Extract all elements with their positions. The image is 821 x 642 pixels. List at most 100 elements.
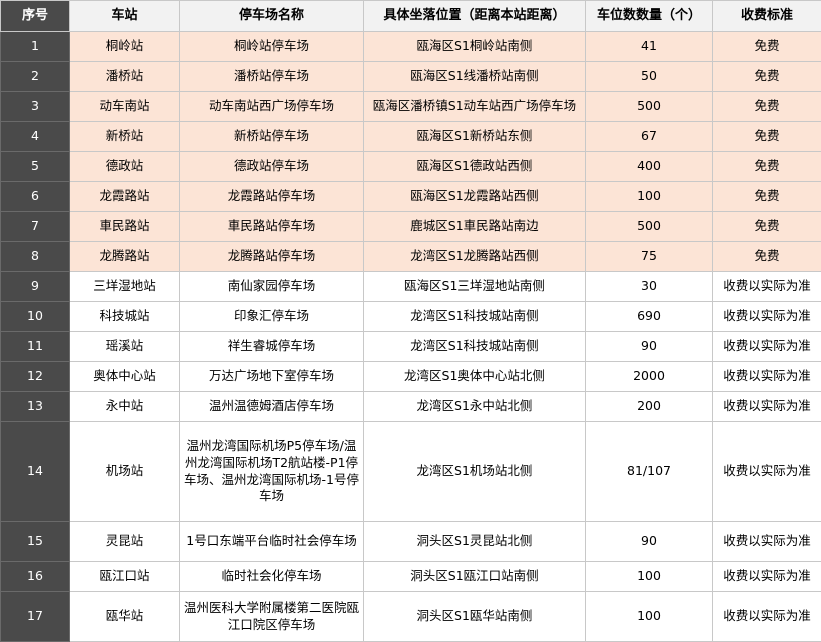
- cell-lot-name[interactable]: 动车南站西广场停车场: [179, 91, 364, 122]
- cell-fee[interactable]: 收费以实际为准: [712, 331, 821, 362]
- cell-location[interactable]: 瓯海区S1德政站西侧: [363, 151, 586, 182]
- cell-lot-name[interactable]: 万达广场地下室停车场: [179, 361, 364, 392]
- cell-lot-name[interactable]: 車民路站停车场: [179, 211, 364, 242]
- cell-fee[interactable]: 收费以实际为准: [712, 591, 821, 642]
- cell-lot-name[interactable]: 温州医科大学附属楼第二医院瓯江口院区停车场: [179, 591, 364, 642]
- cell-location[interactable]: 洞头区S1瓯华站南侧: [363, 591, 586, 642]
- cell-lot-name[interactable]: 印象汇停车场: [179, 301, 364, 332]
- cell-lot-name[interactable]: 新桥站停车场: [179, 121, 364, 152]
- cell-spaces[interactable]: 81/107: [585, 421, 713, 522]
- cell-index[interactable]: 3: [0, 91, 70, 122]
- cell-fee[interactable]: 收费以实际为准: [712, 271, 821, 302]
- cell-spaces[interactable]: 100: [585, 591, 713, 642]
- cell-index[interactable]: 15: [0, 521, 70, 562]
- cell-station[interactable]: 永中站: [69, 391, 180, 422]
- cell-lot-name[interactable]: 温州温德姆酒店停车场: [179, 391, 364, 422]
- cell-station[interactable]: 德政站: [69, 151, 180, 182]
- cell-index[interactable]: 9: [0, 271, 70, 302]
- cell-station[interactable]: 龙霞路站: [69, 181, 180, 212]
- cell-index[interactable]: 4: [0, 121, 70, 152]
- cell-station[interactable]: 奥体中心站: [69, 361, 180, 392]
- cell-station[interactable]: 瓯华站: [69, 591, 180, 642]
- cell-index[interactable]: 2: [0, 61, 70, 92]
- cell-spaces[interactable]: 75: [585, 241, 713, 272]
- header-fee[interactable]: 收费标准: [712, 0, 821, 32]
- cell-spaces[interactable]: 67: [585, 121, 713, 152]
- cell-station[interactable]: 潘桥站: [69, 61, 180, 92]
- cell-index[interactable]: 10: [0, 301, 70, 332]
- cell-station[interactable]: 机场站: [69, 421, 180, 522]
- cell-location[interactable]: 龙湾区S1永中站北侧: [363, 391, 586, 422]
- cell-station[interactable]: 动车南站: [69, 91, 180, 122]
- cell-station[interactable]: 科技城站: [69, 301, 180, 332]
- cell-spaces[interactable]: 100: [585, 181, 713, 212]
- header-station[interactable]: 车站: [69, 0, 180, 32]
- cell-fee[interactable]: 免费: [712, 31, 821, 62]
- cell-station[interactable]: 車民路站: [69, 211, 180, 242]
- cell-spaces[interactable]: 50: [585, 61, 713, 92]
- cell-index[interactable]: 1: [0, 31, 70, 62]
- cell-lot-name[interactable]: 龙霞路站停车场: [179, 181, 364, 212]
- cell-station[interactable]: 三垟湿地站: [69, 271, 180, 302]
- header-spaces[interactable]: 车位数数量（个）: [585, 0, 713, 32]
- cell-fee[interactable]: 收费以实际为准: [712, 391, 821, 422]
- cell-spaces[interactable]: 90: [585, 331, 713, 362]
- cell-spaces[interactable]: 41: [585, 31, 713, 62]
- cell-index[interactable]: 8: [0, 241, 70, 272]
- cell-index[interactable]: 5: [0, 151, 70, 182]
- cell-location[interactable]: 瓯海区S1新桥站东侧: [363, 121, 586, 152]
- cell-spaces[interactable]: 500: [585, 211, 713, 242]
- cell-lot-name[interactable]: 潘桥站停车场: [179, 61, 364, 92]
- cell-lot-name[interactable]: 桐岭站停车场: [179, 31, 364, 62]
- cell-fee[interactable]: 收费以实际为准: [712, 301, 821, 332]
- cell-location[interactable]: 瓯海区S1线潘桥站南侧: [363, 61, 586, 92]
- cell-location[interactable]: 龙湾区S1科技城站南侧: [363, 331, 586, 362]
- cell-index[interactable]: 14: [0, 421, 70, 522]
- cell-fee[interactable]: 免费: [712, 181, 821, 212]
- cell-station[interactable]: 新桥站: [69, 121, 180, 152]
- cell-index[interactable]: 12: [0, 361, 70, 392]
- cell-fee[interactable]: 收费以实际为准: [712, 561, 821, 592]
- header-lot-name[interactable]: 停车场名称: [179, 0, 364, 32]
- cell-station[interactable]: 瓯江口站: [69, 561, 180, 592]
- cell-spaces[interactable]: 200: [585, 391, 713, 422]
- cell-station[interactable]: 瑶溪站: [69, 331, 180, 362]
- cell-fee[interactable]: 免费: [712, 121, 821, 152]
- header-location[interactable]: 具体坐落位置（距离本站距离）: [363, 0, 586, 32]
- cell-spaces[interactable]: 100: [585, 561, 713, 592]
- cell-location[interactable]: 瓯海区S1三垟湿地站南侧: [363, 271, 586, 302]
- cell-fee[interactable]: 免费: [712, 151, 821, 182]
- cell-location[interactable]: 龙湾区S1科技城站南侧: [363, 301, 586, 332]
- cell-lot-name[interactable]: 龙腾路站停车场: [179, 241, 364, 272]
- cell-fee[interactable]: 收费以实际为准: [712, 361, 821, 392]
- cell-index[interactable]: 7: [0, 211, 70, 242]
- cell-index[interactable]: 6: [0, 181, 70, 212]
- cell-lot-name[interactable]: 1号口东端平台临时社会停车场: [179, 521, 364, 562]
- cell-index[interactable]: 11: [0, 331, 70, 362]
- cell-location[interactable]: 龙湾区S1机场站北侧: [363, 421, 586, 522]
- cell-location[interactable]: 洞头区S1灵昆站北侧: [363, 521, 586, 562]
- cell-spaces[interactable]: 2000: [585, 361, 713, 392]
- cell-station[interactable]: 桐岭站: [69, 31, 180, 62]
- cell-lot-name[interactable]: 德政站停车场: [179, 151, 364, 182]
- cell-lot-name[interactable]: 祥生睿城停车场: [179, 331, 364, 362]
- cell-fee[interactable]: 免费: [712, 211, 821, 242]
- cell-location[interactable]: 瓯海区潘桥镇S1动车站西广场停车场: [363, 91, 586, 122]
- cell-location[interactable]: 洞头区S1瓯江口站南侧: [363, 561, 586, 592]
- cell-index[interactable]: 16: [0, 561, 70, 592]
- cell-location[interactable]: 瓯海区S1桐岭站南侧: [363, 31, 586, 62]
- cell-fee[interactable]: 免费: [712, 61, 821, 92]
- cell-location[interactable]: 瓯海区S1龙霞路站西侧: [363, 181, 586, 212]
- cell-station[interactable]: 龙腾路站: [69, 241, 180, 272]
- cell-spaces[interactable]: 90: [585, 521, 713, 562]
- cell-spaces[interactable]: 400: [585, 151, 713, 182]
- cell-location[interactable]: 龙湾区S1奥体中心站北侧: [363, 361, 586, 392]
- cell-fee[interactable]: 免费: [712, 91, 821, 122]
- cell-fee[interactable]: 收费以实际为准: [712, 421, 821, 522]
- cell-lot-name[interactable]: 温州龙湾国际机场P5停车场/温州龙湾国际机场T2航站楼-P1停车场、温州龙湾国际…: [179, 421, 364, 522]
- cell-location[interactable]: 鹿城区S1車民路站南边: [363, 211, 586, 242]
- cell-fee[interactable]: 免费: [712, 241, 821, 272]
- header-index[interactable]: 序号: [0, 0, 70, 32]
- cell-spaces[interactable]: 30: [585, 271, 713, 302]
- cell-spaces[interactable]: 500: [585, 91, 713, 122]
